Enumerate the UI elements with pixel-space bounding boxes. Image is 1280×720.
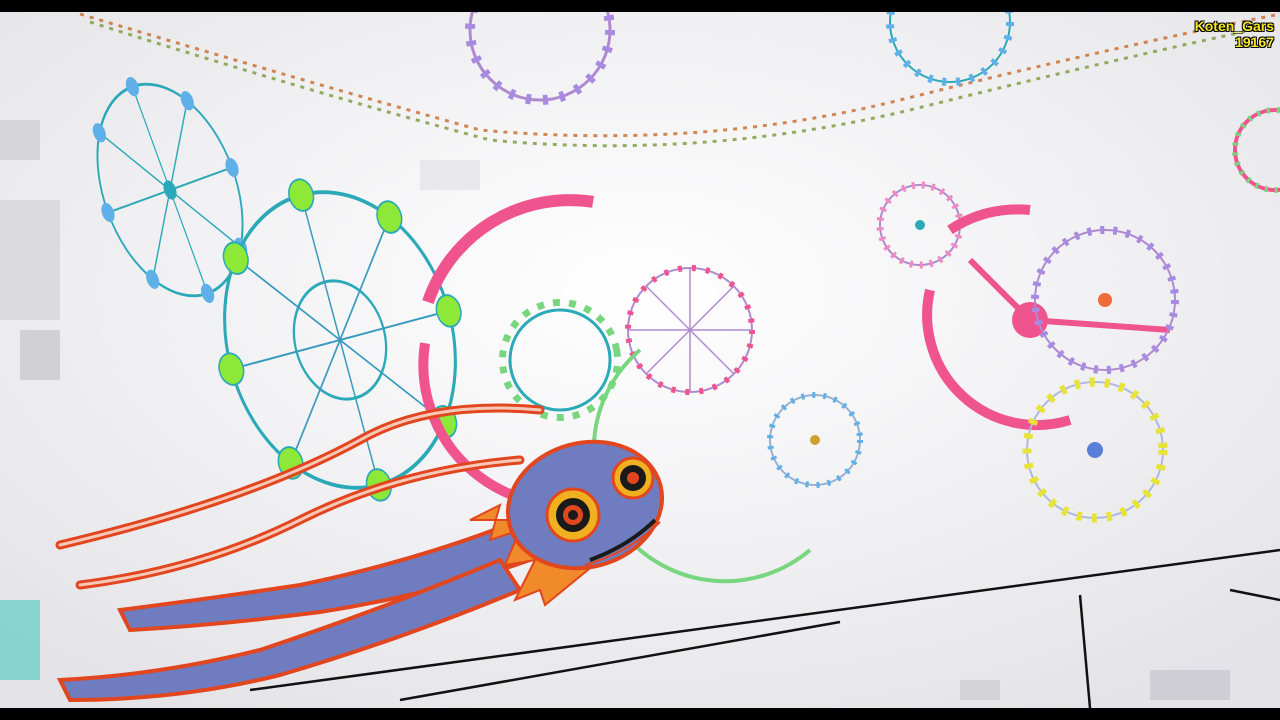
watermark-count: 19167: [1235, 34, 1274, 50]
video-frame: Koten_Gars 19167: [0, 12, 1280, 708]
creature-eye-left: [545, 487, 601, 543]
watermark-name: Koten_Gars: [1194, 18, 1274, 34]
scene-canvas: [0, 12, 1280, 708]
creature-eye-right: [611, 456, 655, 500]
watermark: Koten_Gars 19167: [1195, 18, 1274, 50]
